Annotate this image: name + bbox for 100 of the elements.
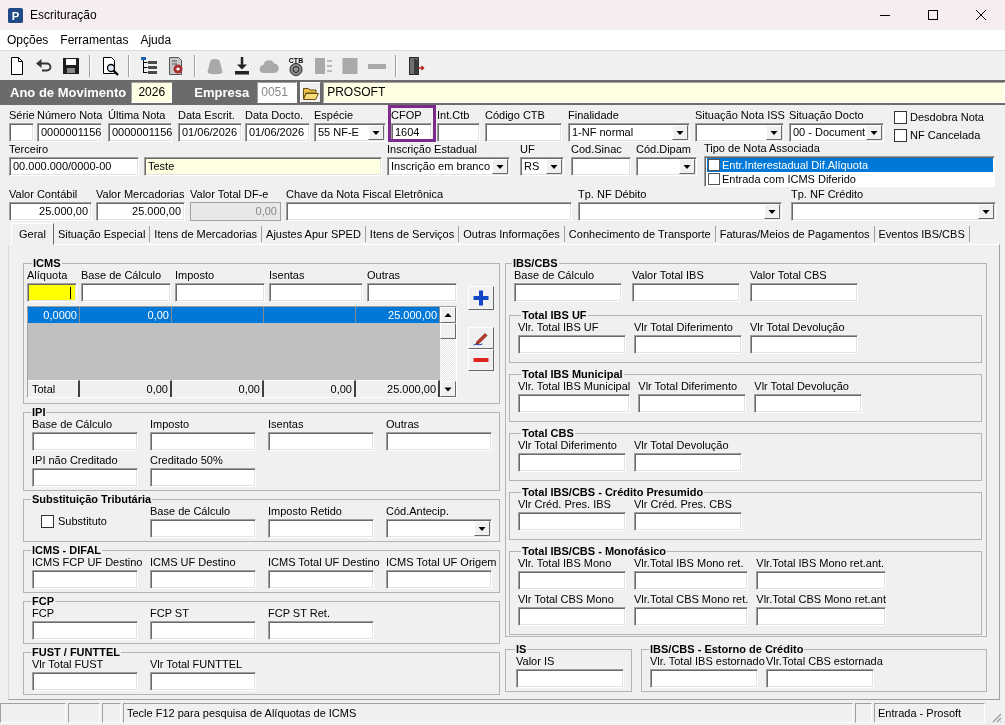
caret-down-icon[interactable]	[766, 125, 782, 140]
tab[interactable]: Conhecimento de Transporte	[564, 226, 716, 242]
tab[interactable]: Itens de Serviços	[365, 226, 460, 242]
caret-up-icon[interactable]	[440, 307, 456, 323]
input-field[interactable]	[756, 571, 886, 590]
input-field[interactable]: 01/06/2026	[245, 123, 310, 142]
input-field[interactable]	[514, 283, 622, 302]
input-field[interactable]	[27, 283, 77, 302]
input-field[interactable]	[756, 607, 886, 626]
input-field[interactable]	[518, 394, 631, 413]
input-field[interactable]: Teste	[144, 157, 382, 176]
input-field[interactable]	[632, 283, 740, 302]
company-name-field[interactable]: PROSOFT	[323, 82, 1005, 103]
input-field[interactable]	[634, 607, 749, 626]
input-field[interactable]: 00.000.000/0000-00	[9, 157, 139, 176]
tree-list-icon[interactable]	[138, 55, 159, 76]
input-field[interactable]	[437, 123, 480, 142]
input-field[interactable]	[9, 123, 34, 142]
input-field[interactable]	[518, 512, 626, 531]
dropdown-field[interactable]: Inscrição em branco	[387, 157, 510, 176]
input-field[interactable]: 25.000,00	[96, 202, 185, 221]
input-field[interactable]	[386, 432, 492, 451]
table-row[interactable]: 0,0000 0,00 25.000,00	[28, 307, 440, 323]
caret-down-icon[interactable]	[679, 159, 695, 174]
resize-grip-icon[interactable]	[990, 711, 1002, 723]
input-field[interactable]	[386, 570, 492, 589]
input-field[interactable]	[175, 283, 265, 302]
input-field[interactable]: 01/06/2026	[178, 123, 242, 142]
checkbox[interactable]	[708, 173, 720, 185]
list-item[interactable]: Entr.Interestadual Dif.Alíquota	[707, 158, 993, 172]
input-field[interactable]	[634, 571, 749, 590]
add-button[interactable]	[468, 286, 494, 310]
input-field[interactable]	[286, 202, 572, 221]
checkbox[interactable]	[894, 111, 907, 124]
input-field[interactable]: 0000001156	[37, 123, 102, 142]
tab[interactable]: Outras Informações	[459, 226, 565, 242]
dropdown-field[interactable]: 55 NF-E	[314, 123, 386, 142]
input-field[interactable]	[518, 607, 626, 626]
input-field[interactable]	[150, 621, 256, 640]
dropdown-field[interactable]	[791, 202, 996, 221]
tab[interactable]: Faturas/Meios de Pagamentos	[715, 226, 875, 242]
input-field[interactable]	[367, 283, 457, 302]
dropdown-field[interactable]: 00 - Document	[789, 123, 884, 142]
checkbox[interactable]	[894, 129, 907, 142]
input-field[interactable]	[269, 283, 363, 302]
input-field[interactable]	[516, 669, 624, 688]
caret-down-icon[interactable]	[440, 381, 456, 397]
caret-down-icon[interactable]	[368, 125, 384, 140]
menu-item[interactable]: Ferramentas	[54, 32, 135, 48]
input-field[interactable]	[150, 672, 256, 691]
input-field[interactable]	[766, 669, 874, 688]
dropdown-field[interactable]: RS	[520, 157, 564, 176]
input-field[interactable]	[81, 283, 171, 302]
tab[interactable]: Itens de Mercadorias	[150, 226, 263, 242]
input-field[interactable]	[32, 621, 138, 640]
input-field[interactable]	[268, 570, 374, 589]
save-icon[interactable]	[60, 55, 81, 76]
tab[interactable]: Situação Especial	[53, 226, 151, 242]
checkbox[interactable]	[41, 515, 54, 528]
menu-item[interactable]: Ajuda	[134, 32, 178, 48]
input-field[interactable]	[32, 570, 138, 589]
input-field[interactable]	[634, 453, 742, 472]
input-field[interactable]: 0000001156	[108, 123, 172, 142]
caret-down-icon[interactable]	[672, 125, 688, 140]
input-field[interactable]	[268, 621, 374, 640]
input-field[interactable]	[32, 432, 138, 451]
input-field[interactable]	[634, 512, 742, 531]
input-field[interactable]	[750, 283, 858, 302]
caret-down-icon[interactable]	[764, 204, 780, 219]
dropdown-field[interactable]	[578, 202, 782, 221]
input-field[interactable]	[150, 432, 256, 451]
caret-down-icon[interactable]	[978, 204, 994, 219]
caret-down-icon[interactable]	[546, 159, 562, 174]
input-field[interactable]	[634, 335, 742, 354]
dropdown-field[interactable]	[636, 157, 697, 176]
tab[interactable]: Geral	[11, 223, 54, 245]
caret-down-icon[interactable]	[492, 159, 508, 174]
browse-button[interactable]	[300, 82, 322, 103]
input-field[interactable]	[518, 571, 626, 590]
scroll-thumb[interactable]	[440, 323, 456, 339]
input-field[interactable]	[150, 468, 256, 487]
input-field[interactable]	[268, 519, 374, 538]
input-field[interactable]	[638, 394, 747, 413]
input-field[interactable]	[32, 468, 138, 487]
year-field[interactable]: 2026	[131, 82, 173, 103]
input-field[interactable]	[150, 519, 256, 538]
scrollbar[interactable]	[440, 307, 456, 397]
input-field[interactable]	[32, 672, 138, 691]
input-field[interactable]	[754, 394, 863, 413]
input-field[interactable]	[750, 335, 858, 354]
menu-item[interactable]: Opções	[1, 32, 55, 48]
input-field[interactable]: 25.000,00	[9, 202, 92, 221]
dropdown-field[interactable]: 1-NF normal	[568, 123, 690, 142]
input-field[interactable]	[150, 570, 256, 589]
input-field[interactable]	[485, 123, 562, 142]
caret-down-icon[interactable]	[474, 521, 490, 536]
input-field[interactable]	[518, 335, 626, 354]
tab[interactable]: Eventos IBS/CBS	[874, 226, 970, 242]
input-field[interactable]	[268, 432, 374, 451]
remove-button[interactable]	[468, 349, 494, 371]
